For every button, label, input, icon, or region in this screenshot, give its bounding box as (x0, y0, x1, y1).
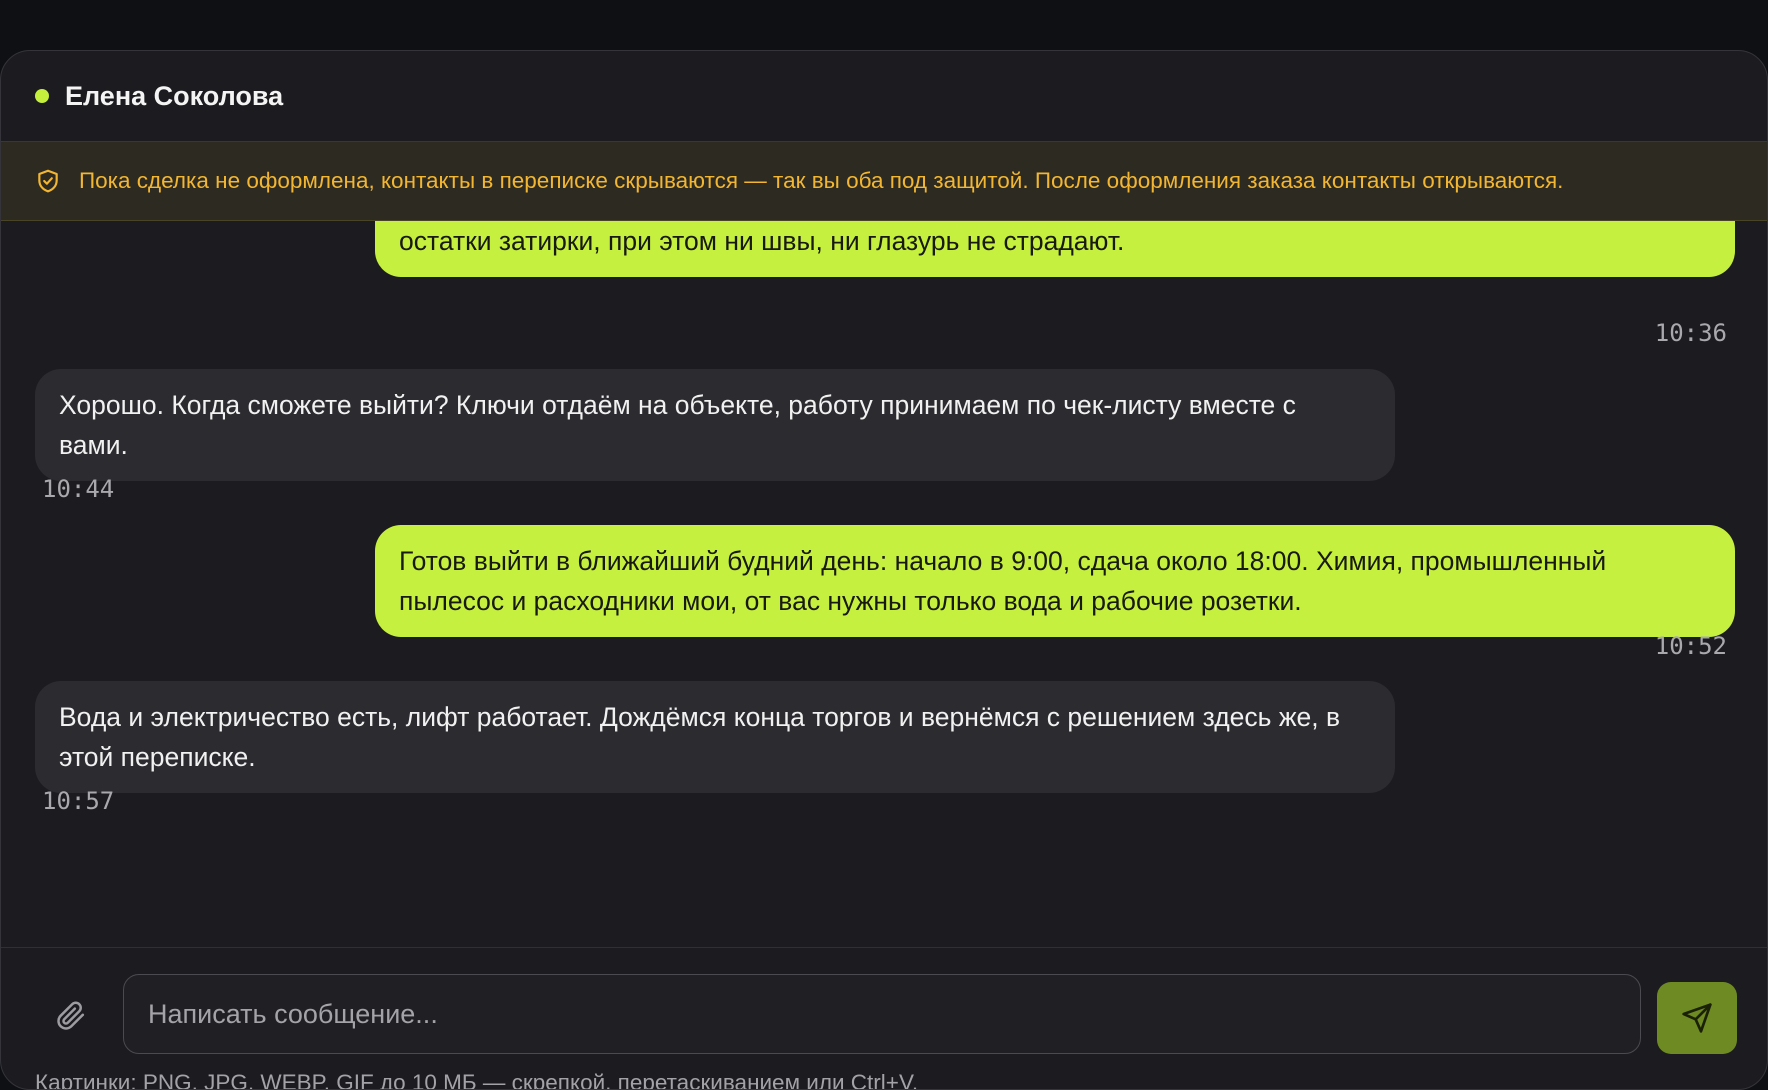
send-button[interactable] (1657, 982, 1737, 1054)
privacy-notice-text: Пока сделка не оформлена, контакты в пер… (79, 168, 1564, 193)
chat-header: Елена Соколова (1, 51, 1767, 141)
message-composer: Картинки: PNG, JPG, WEBP, GIF до 10 МБ —… (1, 947, 1767, 1090)
message-incoming: Вода и электричество есть, лифт работает… (35, 681, 1395, 793)
message-incoming: Хорошо. Когда сможете выйти? Ключи отдаё… (35, 369, 1395, 481)
message-input[interactable] (123, 974, 1641, 1054)
message-time: 10:57 (42, 787, 115, 815)
message-outgoing: Готов выйти в ближайший будний день: нач… (375, 525, 1735, 637)
shield-check-icon (35, 168, 61, 194)
message-time: 10:44 (42, 475, 115, 503)
message-outgoing: Снимем. Для этого беру профессиональную … (375, 221, 1735, 277)
chat-panel: Елена Соколова Пока сделка не оформлена,… (0, 50, 1768, 1090)
paperclip-icon[interactable] (53, 998, 89, 1034)
message-time: 10:36 (1654, 319, 1727, 347)
online-status-dot (35, 89, 49, 103)
privacy-notice: Пока сделка не оформлена, контакты в пер… (1, 141, 1767, 221)
send-icon (1681, 1002, 1713, 1034)
upload-hint: Картинки: PNG, JPG, WEBP, GIF до 10 МБ —… (35, 1070, 919, 1090)
contact-name: Елена Соколова (65, 80, 284, 111)
message-time: 10:52 (1654, 632, 1727, 660)
message-list: Снимем. Для этого беру профессиональную … (1, 221, 1767, 947)
